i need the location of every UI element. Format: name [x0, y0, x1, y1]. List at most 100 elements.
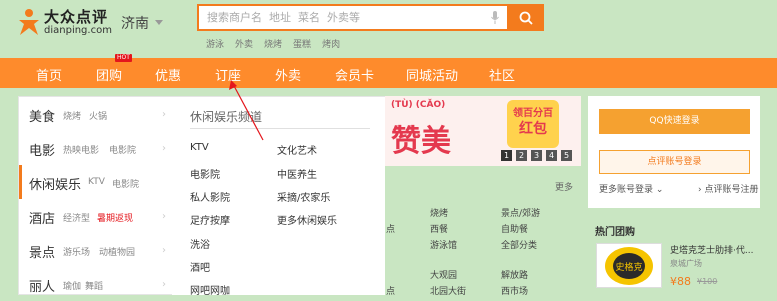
hot-word[interactable]: 蛋糕 — [293, 37, 311, 50]
category-sub[interactable]: 热映电影 — [63, 143, 99, 156]
category-sub[interactable]: 经济型 — [63, 211, 90, 224]
chevron-right-icon: › — [162, 279, 166, 290]
carousel-dot[interactable]: 5 — [561, 150, 572, 161]
deal-original-price: ¥100 — [697, 277, 718, 286]
chevron-right-icon: › — [162, 143, 166, 154]
search-input[interactable] — [203, 6, 473, 29]
category-sub[interactable]: 电影院 — [112, 177, 139, 190]
hot-word[interactable]: 烤肉 — [322, 37, 340, 50]
carousel-dot[interactable]: 4 — [546, 150, 557, 161]
category-sub[interactable]: 暑期返现 — [97, 211, 133, 224]
category-label: 美食 — [29, 110, 56, 125]
hot-word[interactable]: 游泳 — [206, 37, 224, 50]
flyout-link[interactable]: KTV — [190, 142, 209, 153]
logo-figure-icon — [19, 9, 39, 35]
category-sub[interactable]: KTV — [88, 177, 105, 187]
flyout-link[interactable]: 中医养生 — [277, 166, 317, 181]
middle-link[interactable]: 游泳馆 — [430, 238, 457, 251]
flyout-title[interactable]: 休闲娱乐频道 — [190, 108, 262, 125]
city-selector[interactable]: 济南 — [121, 13, 149, 33]
nav-local-events[interactable]: 同城活动 — [406, 65, 458, 84]
category-label: 休闲娱乐 — [29, 178, 82, 193]
main-nav: 首页 团购 优惠 订座 外卖 会员卡 同城活动 社区 — [0, 58, 777, 88]
flyout-link[interactable]: 酒吧 — [190, 259, 210, 274]
more-login-dropdown[interactable]: 更多账号登录 ⌄ — [599, 182, 663, 195]
category-list: 美食 烧烤 火锅 › 电影 热映电影 电影院 › 休闲娱乐 KTV 电影院 酒店… — [18, 96, 174, 295]
category-movie[interactable]: 电影 热映电影 电影院 › — [19, 131, 174, 165]
banner-pinyin: (TÙ) (CĂO) — [391, 100, 446, 110]
middle-link[interactable]: 点 — [386, 222, 395, 235]
red-packet-badge: 领百分百 红包 — [507, 100, 559, 148]
category-label: 酒店 — [29, 212, 56, 227]
middle-link[interactable]: 景点/郊游 — [501, 206, 540, 219]
deal-price: ¥88 — [670, 275, 691, 288]
nav-community[interactable]: 社区 — [489, 65, 515, 84]
banner-headline: 赞美 — [391, 124, 451, 159]
middle-link[interactable]: 大观园 — [430, 268, 457, 281]
middle-link[interactable]: 解放路 — [501, 268, 528, 281]
category-scenic[interactable]: 景点 游乐场 动植物园 › — [19, 233, 174, 267]
nav-home[interactable]: 首页 — [36, 65, 62, 84]
middle-link[interactable]: 全部分类 — [501, 238, 537, 251]
hot-search-words: 游泳 外卖 烧烤 蛋糕 烤肉 — [206, 37, 340, 50]
category-food[interactable]: 美食 烧烤 火锅 › — [19, 97, 174, 131]
category-sub[interactable]: 游乐场 — [63, 245, 90, 258]
divider — [190, 128, 370, 129]
category-sub[interactable]: 火锅 — [89, 109, 107, 122]
search-box — [197, 4, 509, 31]
deal-thumbnail[interactable]: 史格克 — [596, 243, 662, 288]
category-label: 景点 — [29, 246, 56, 261]
nav-takeout[interactable]: 外卖 — [275, 65, 301, 84]
flyout-link[interactable]: 更多休闲娱乐 — [277, 212, 337, 227]
hot-word[interactable]: 烧烤 — [264, 37, 282, 50]
carousel-dot[interactable]: 3 — [531, 150, 542, 161]
middle-link[interactable]: 西餐 — [430, 222, 448, 235]
carousel-dot[interactable]: 1 — [501, 150, 512, 161]
flyout-link[interactable]: 足疗按摩 — [190, 212, 230, 227]
nav-offers[interactable]: 优惠 — [155, 65, 181, 84]
middle-link[interactable]: 自助餐 — [501, 222, 528, 235]
flyout-link[interactable]: 文化艺术 — [277, 142, 317, 157]
register-link[interactable]: › 点评账号注册 — [698, 182, 759, 195]
arrow-right-icon: › — [698, 185, 702, 195]
chevron-right-icon: › — [162, 211, 166, 222]
nav-group-buy[interactable]: 团购 — [96, 65, 122, 84]
category-label: 电影 — [29, 144, 56, 159]
category-sub[interactable]: 烧烤 — [63, 109, 81, 122]
deal-logo-image: 史格克 — [605, 247, 653, 285]
flyout-link[interactable]: 洗浴 — [190, 236, 210, 251]
category-sub[interactable]: 电影院 — [109, 143, 136, 156]
promo-banner[interactable]: (TÙ) (CĂO) 赞美 领百分百 红包 1 2 3 4 5 — [385, 96, 581, 166]
register-label: 点评账号注册 — [704, 185, 759, 195]
badge-main-text: 红包 — [519, 121, 547, 137]
more-login-label: 更多账号登录 — [599, 185, 654, 195]
carousel-dot[interactable]: 2 — [516, 150, 527, 161]
flyout-link[interactable]: 采摘/农家乐 — [277, 189, 330, 204]
hot-word[interactable]: 外卖 — [235, 37, 253, 50]
dianping-logo[interactable]: 大众点评 dianping.com — [16, 6, 112, 40]
nav-reservation[interactable]: 订座 — [215, 65, 241, 84]
nav-member-card[interactable]: 会员卡 — [335, 65, 374, 84]
middle-link[interactable]: 西市场 — [501, 284, 528, 297]
badge-top-text: 领百分百 — [513, 108, 553, 119]
chevron-down-icon[interactable] — [155, 20, 163, 25]
category-beauty[interactable]: 丽人 瑜伽 舞蹈 › — [19, 267, 174, 301]
middle-link[interactable]: 烧烤 — [430, 206, 448, 219]
deal-logo-text: 史格克 — [615, 261, 642, 273]
more-link[interactable]: 更多 — [555, 180, 573, 193]
category-sub[interactable]: 动植物园 — [99, 245, 135, 258]
microphone-icon[interactable] — [491, 11, 499, 24]
account-login-button[interactable]: 点评账号登录 — [599, 150, 750, 174]
category-hotel[interactable]: 酒店 经济型 暑期返现 › — [19, 199, 174, 233]
category-entertainment[interactable]: 休闲娱乐 KTV 电影院 — [19, 165, 174, 199]
flyout-link[interactable]: 电影院 — [190, 166, 220, 181]
qq-login-button[interactable]: QQ快速登录 — [599, 109, 750, 134]
category-sub[interactable]: 舞蹈 — [85, 279, 103, 292]
middle-link[interactable]: 点 — [386, 284, 395, 297]
hot-deals-title: 热门团购 — [595, 227, 635, 238]
search-button[interactable] — [507, 4, 544, 31]
middle-link[interactable]: 北园大街 — [430, 284, 466, 297]
flyout-link[interactable]: 私人影院 — [190, 189, 230, 204]
category-sub[interactable]: 瑜伽 — [63, 279, 81, 292]
deal-title[interactable]: 史塔克芝士肋排·代... — [670, 243, 753, 256]
